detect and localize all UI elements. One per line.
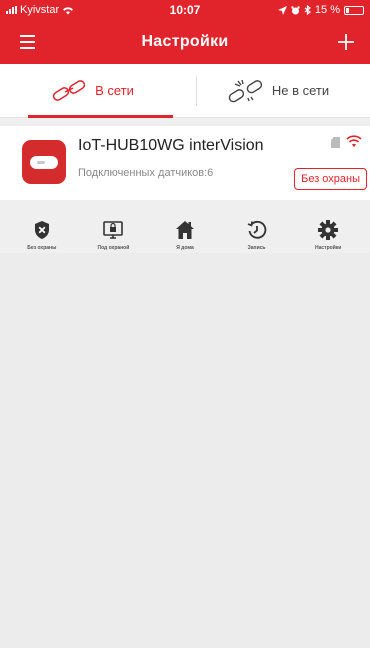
link-icon [52,79,86,101]
clock: 10:07 [169,3,201,17]
tab-online[interactable]: В сети [0,64,185,118]
navbar: Настройки [0,20,370,64]
page-title: Настройки [141,33,229,50]
battery-icon [344,5,364,15]
status-bar: Kyivstar 10:07 15 % [0,0,370,20]
menu-line [20,41,35,43]
carrier-label: Kyivstar [20,4,60,16]
home-icon [175,221,194,239]
device-card[interactable]: IoT-HUB10WG interVision Подключенных дат… [0,126,370,200]
action-settings[interactable]: Настройки [296,219,360,251]
menu-line [20,35,35,37]
disarm-status-button[interactable]: Без охраны [294,168,367,190]
action-arm-label: Под охраной [97,245,130,251]
alarm-icon [291,5,300,14]
broken-link-icon [228,79,262,102]
tab-offline-label: Не в сети [271,83,330,98]
menu-button[interactable] [16,32,40,52]
add-icon[interactable] [334,30,358,54]
action-disarm[interactable]: Без охраны [10,219,74,251]
hub-icon[interactable] [22,140,66,184]
armed-monitor-icon [103,221,124,239]
action-settings-label: Настройки [314,245,342,251]
action-disarm-label: Без охраны [27,245,57,251]
history-icon [247,220,266,239]
action-history-label: Запись [247,245,266,251]
action-home[interactable]: Я дома [153,219,217,251]
sim-card-icon [331,137,340,148]
status-left: Kyivstar [6,4,74,16]
menu-line [20,47,35,49]
gear-icon [318,220,339,240]
hub-pill [30,156,58,169]
action-home-label: Я дома [176,245,194,251]
action-history[interactable]: Запись [225,219,289,251]
tab-online-label: В сети [95,83,134,98]
shield-x-icon [34,221,49,239]
bluetooth-icon [304,5,311,15]
wifi-signal-icon [346,135,362,147]
action-arm[interactable]: Под охраной [81,219,145,251]
device-name[interactable]: IoT-HUB10WG interVision [78,137,264,155]
sensor-count: Подключенных датчиков:6 [78,167,214,179]
status-right: 15 % [277,4,364,16]
tab-offline[interactable]: Не в сети [185,64,370,117]
battery-label: 15 % [314,4,340,16]
wifi-status-icon [63,6,74,14]
tab-bar: В сети Не в сети [0,64,370,118]
location-icon [277,5,287,15]
signal-icon [6,6,17,14]
app-header: Kyivstar 10:07 15 % Настройки [0,0,370,64]
empty-content-area [0,253,370,648]
